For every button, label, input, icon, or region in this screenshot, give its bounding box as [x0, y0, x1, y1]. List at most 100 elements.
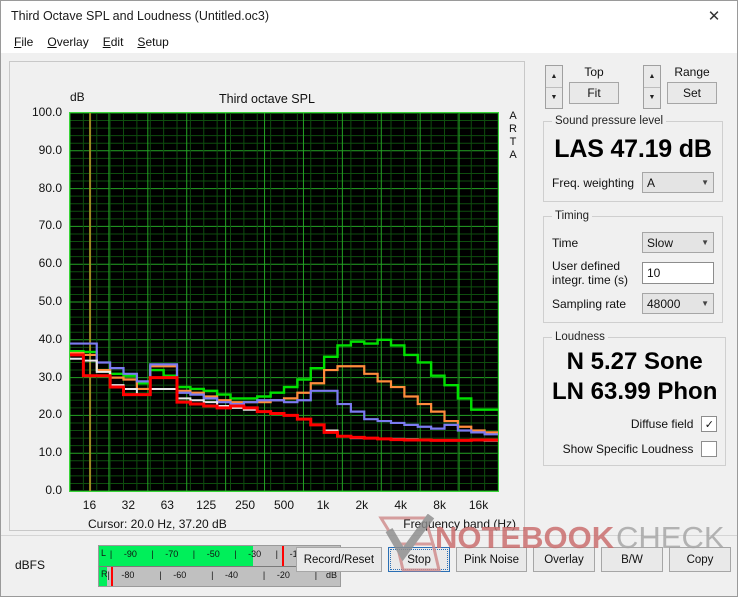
- sampling-rate-value: 48000: [647, 296, 681, 311]
- x-axis-caption: Frequency band (Hz): [403, 517, 516, 531]
- menu-item-setup[interactable]: Setup: [133, 34, 178, 50]
- y-tick-label: 20.0: [38, 407, 62, 422]
- transport-buttons: Record/Reset Stop Pink Noise Overlay B/W Copy: [295, 547, 731, 572]
- y-tick-label: 60.0: [38, 256, 62, 271]
- integration-time-label-line1: User defined: [552, 259, 621, 273]
- sampling-rate-label: Sampling rate: [552, 296, 627, 311]
- meter-scale-tick: |: [109, 549, 113, 559]
- freq-weighting-value: A: [647, 175, 656, 190]
- dbfs-label: dBFS: [15, 558, 46, 572]
- top-label: Top: [584, 65, 604, 79]
- arta-letter: A: [509, 110, 517, 122]
- freq-weighting-select[interactable]: A ▼: [642, 172, 714, 193]
- range-spinner-down-icon[interactable]: ▼: [644, 88, 660, 109]
- menu-item-overlay[interactable]: Overlay: [43, 34, 98, 50]
- chevron-down-icon: ▼: [701, 238, 709, 247]
- menu-item-edit[interactable]: Edit: [99, 34, 134, 50]
- y-tick-label: 30.0: [38, 369, 62, 384]
- pink-noise-button[interactable]: Pink Noise: [456, 547, 527, 572]
- meter-scale-label: -90: [123, 549, 137, 559]
- diffuse-field-label: Diffuse field: [630, 417, 694, 431]
- overlay-button[interactable]: Overlay: [533, 547, 595, 572]
- range-spinner[interactable]: ▲ ▼: [643, 65, 661, 109]
- x-tick-label: 16k: [468, 498, 489, 512]
- meter-scale-label: -50: [206, 549, 220, 559]
- range-spinner-up-icon[interactable]: ▲: [644, 66, 660, 88]
- arta-letter: R: [509, 123, 517, 135]
- loudness-phon-reading: LN 63.99 Phon: [552, 378, 718, 405]
- meter-scale-tick: |: [211, 570, 214, 580]
- chevron-down-icon: ▼: [701, 178, 709, 187]
- integration-time-input[interactable]: [642, 262, 714, 284]
- integration-time-label: User defined integr. time (s): [552, 259, 642, 287]
- window-title: Third Octave SPL and Loudness (Untitled.…: [11, 9, 270, 23]
- copy-button[interactable]: Copy: [669, 547, 731, 572]
- freq-weighting-label: Freq. weighting: [552, 175, 635, 190]
- x-tick-label: 8k: [433, 498, 446, 512]
- record-reset-button[interactable]: Record/Reset: [295, 547, 383, 572]
- content-area: dB Third octave SPL ARTA 0.0 10.0 20.0 30.0…: [1, 53, 737, 596]
- top-spinner-up-icon[interactable]: ▲: [546, 66, 562, 88]
- meter-scale-tick: |: [107, 570, 110, 580]
- top-control: Top Fit: [569, 65, 619, 104]
- meter-scale-label: -60: [173, 570, 187, 580]
- timing-group: Timing Time Slow ▼ User defined integr. …: [543, 210, 723, 323]
- sampling-rate-row: Sampling rate 48000 ▼: [552, 293, 714, 314]
- scale-controls: ▲ ▼ Top Fit ▲ ▼ Range Set: [535, 61, 731, 115]
- spl-plot[interactable]: [69, 112, 499, 492]
- diffuse-field-checkbox[interactable]: ✓: [701, 416, 718, 432]
- meter-scale-tick: |: [262, 570, 266, 580]
- time-label: Time: [552, 235, 579, 250]
- meter-scale-tick: |: [192, 549, 196, 559]
- meter-scale-tick: |: [234, 549, 237, 559]
- show-specific-loudness-row[interactable]: Show Specific Loudness: [552, 441, 718, 457]
- stop-button[interactable]: Stop: [388, 547, 451, 572]
- fit-button[interactable]: Fit: [569, 82, 619, 104]
- top-spinner[interactable]: ▲ ▼: [545, 65, 563, 109]
- title-bar: Third Octave SPL and Loudness (Untitled.…: [1, 1, 737, 31]
- spl-reading: LAS 47.19 dB: [554, 135, 712, 163]
- meter-scale-label: -20: [276, 570, 290, 580]
- close-icon[interactable]: ✕: [691, 1, 737, 31]
- time-value: Slow: [647, 235, 674, 250]
- integration-time-label-line2: integr. time (s): [552, 273, 629, 287]
- loudness-sone-reading: N 5.27 Sone: [566, 348, 703, 375]
- x-tick-label: 16: [82, 498, 97, 512]
- app-window: Third Octave SPL and Loudness (Untitled.…: [0, 0, 738, 597]
- x-tick-label: 32: [121, 498, 136, 512]
- menu-item-file[interactable]: File: [10, 34, 43, 50]
- top-spinner-down-icon[interactable]: ▼: [546, 88, 562, 109]
- arta-letter: T: [509, 136, 517, 148]
- menu-bar: File Overlay Edit Setup: [1, 31, 737, 53]
- loudness-group: Loudness N 5.27 Sone LN 63.99 Phon Diffu…: [543, 331, 727, 466]
- top-control-group: ▲ ▼ Top Fit: [545, 65, 619, 109]
- x-tick-label: 63: [160, 498, 174, 512]
- spl-plot-svg: [70, 113, 498, 491]
- freq-weighting-row: Freq. weighting A ▼: [552, 172, 714, 193]
- meter-scale-label: -80: [121, 570, 135, 580]
- b-w-button[interactable]: B/W: [601, 547, 663, 572]
- meter-scale-tick: |: [159, 570, 162, 580]
- time-select[interactable]: Slow ▼: [642, 232, 714, 253]
- chart-title: Third octave SPL: [219, 92, 315, 106]
- chart-panel: dB Third octave SPL ARTA 0.0 10.0 20.0 30.0…: [9, 61, 525, 531]
- chevron-down-icon: ▼: [701, 299, 709, 308]
- show-specific-loudness-checkbox[interactable]: [701, 441, 718, 457]
- y-tick-label: 70.0: [38, 218, 62, 233]
- set-button[interactable]: Set: [667, 82, 717, 104]
- diffuse-field-row[interactable]: Diffuse field ✓: [552, 416, 718, 432]
- range-control: Range Set: [667, 65, 717, 104]
- bottom-toolbar: dBFS L -90-70-50-30-10|||||| dB R -80-60…: [1, 535, 737, 596]
- sampling-rate-select[interactable]: 48000 ▼: [642, 293, 714, 314]
- x-tick-label: 2k: [355, 498, 369, 512]
- meter-scale-tick: |: [275, 549, 279, 559]
- x-tick-label: 250: [235, 498, 256, 512]
- meter-scale-label: -30: [248, 549, 262, 559]
- x-tick-label: 4k: [394, 498, 408, 512]
- y-tick-label: 90.0: [38, 142, 62, 157]
- meter-scale-tick: |: [151, 549, 154, 559]
- loudness-legend: Loudness: [555, 331, 605, 343]
- timing-legend: Timing: [555, 210, 590, 222]
- x-tick-label: 1k: [316, 498, 330, 512]
- y-tick-label: 80.0: [38, 180, 62, 195]
